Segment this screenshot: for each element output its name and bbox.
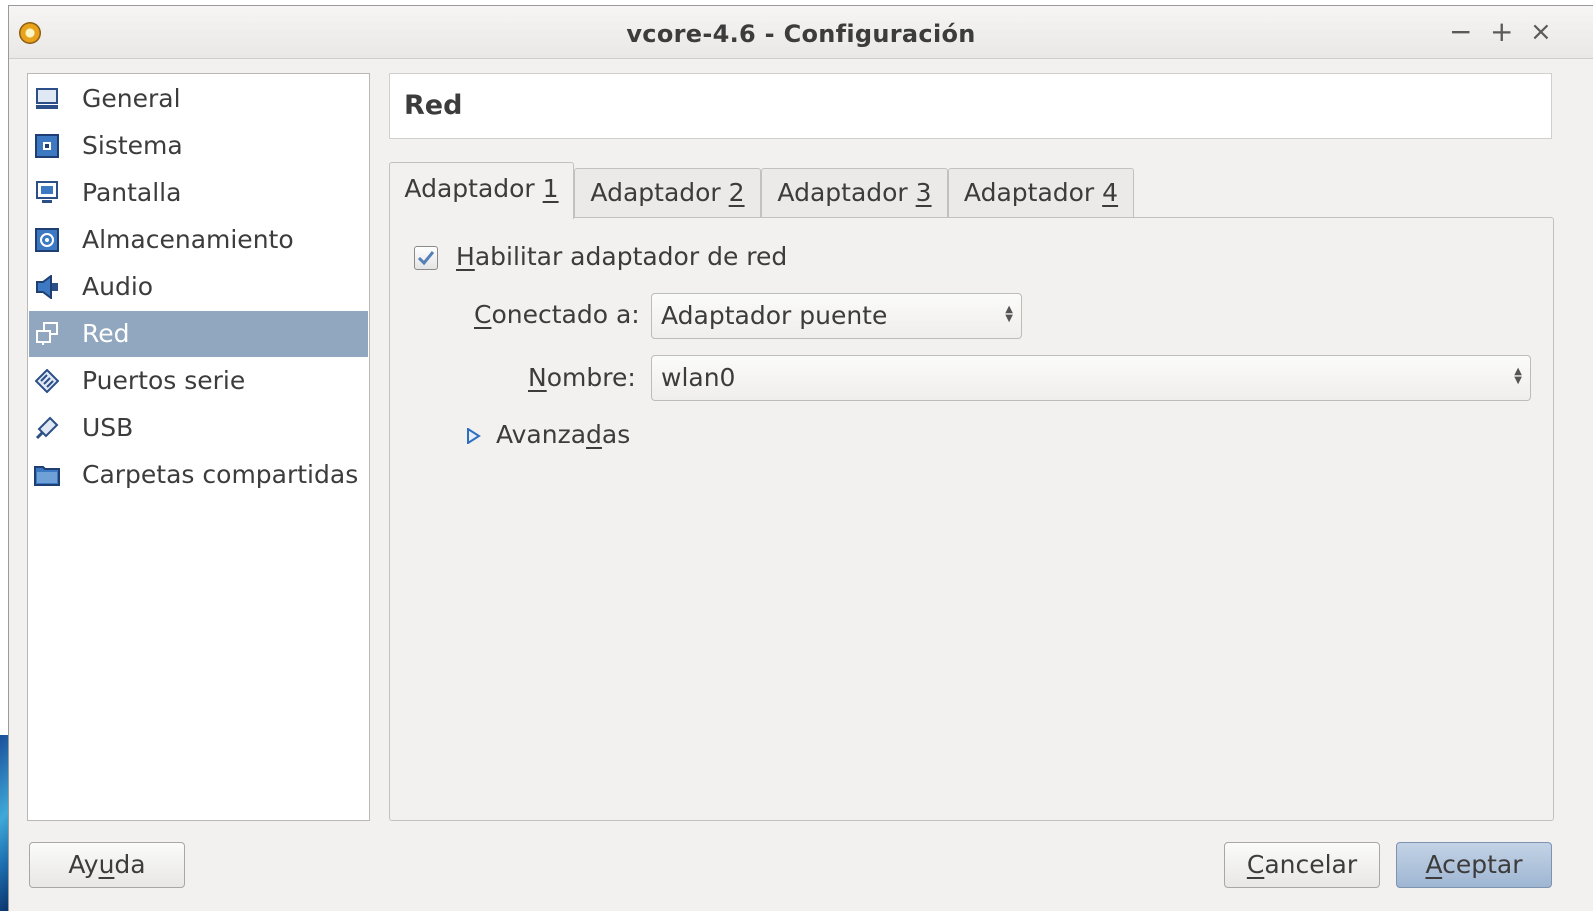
network-icon	[34, 322, 60, 346]
sidebar-item-label: Pantalla	[82, 178, 182, 207]
label-text: abilitar adaptador de red	[474, 242, 788, 271]
usb-icon	[34, 416, 60, 440]
advanced-expander[interactable]: Avanzadas	[496, 420, 630, 449]
mnemonic: C	[1246, 850, 1265, 879]
settings-sidebar: General Sistema Pantalla Almacenamiento …	[27, 73, 370, 821]
sidebar-item-carpetas-compartidas[interactable]: Carpetas compartidas	[29, 452, 368, 498]
name-select[interactable]: wlan0 ▲ ▼	[651, 355, 1531, 401]
connected-to-select[interactable]: Adaptador puente ▲ ▼	[651, 293, 1022, 339]
section-header: Red	[389, 73, 1552, 139]
tab-label-text: Adaptador	[404, 174, 543, 203]
sidebar-item-label: Almacenamiento	[82, 225, 294, 254]
connected-to-label: Conectado a:	[474, 300, 640, 329]
sidebar-item-label: Audio	[82, 272, 154, 301]
sidebar-item-general[interactable]: General	[29, 76, 368, 122]
tab-mnemonic: 4	[1102, 178, 1119, 207]
tab-adaptador-3[interactable]: Adaptador 3	[761, 168, 948, 218]
folder-icon	[34, 463, 60, 487]
maximize-button[interactable]: +	[1490, 16, 1513, 48]
expander-arrow-icon[interactable]	[465, 428, 481, 444]
sidebar-item-label: Puertos serie	[82, 366, 246, 395]
mnemonic: u	[98, 850, 115, 879]
sidebar-item-sistema[interactable]: Sistema	[29, 123, 368, 169]
cancel-button[interactable]: Cancelar	[1224, 842, 1380, 888]
tab-adaptador-1[interactable]: Adaptador 1	[389, 162, 574, 219]
help-button[interactable]: Ayuda	[29, 842, 185, 888]
enable-adapter-label[interactable]: Habilitar adaptador de red	[456, 242, 787, 271]
sidebar-item-red[interactable]: Red	[29, 311, 368, 357]
mnemonic: H	[456, 242, 475, 271]
sidebar-item-label: Carpetas compartidas	[82, 460, 359, 489]
tab-label-text: Adaptador	[590, 178, 729, 207]
tab-adaptador-4[interactable]: Adaptador 4	[948, 168, 1134, 218]
storage-icon	[34, 228, 60, 252]
sidebar-item-label: USB	[82, 413, 134, 442]
label-text: ombre:	[546, 363, 636, 392]
minimize-button[interactable]: −	[1449, 16, 1472, 48]
sidebar-item-pantalla[interactable]: Pantalla	[29, 170, 368, 216]
accept-button[interactable]: Aceptar	[1396, 842, 1552, 888]
tab-mnemonic: 3	[915, 178, 932, 207]
tab-label-text: Adaptador	[963, 178, 1103, 207]
sidebar-item-puertos-serie[interactable]: Puertos serie	[29, 358, 368, 404]
tab-adaptador-2[interactable]: Adaptador 2	[574, 168, 761, 218]
monitor-icon	[34, 87, 60, 111]
settings-dialog: vcore-4.6 - Configuración − + × General …	[8, 5, 1593, 911]
button-text: ancelar	[1264, 850, 1358, 879]
spin-arrows-icon: ▲ ▼	[1514, 366, 1522, 386]
window-title: vcore-4.6 - Configuración	[626, 20, 976, 48]
tab-mnemonic: 1	[542, 174, 559, 203]
sidebar-item-label: Sistema	[82, 131, 183, 160]
title-bar[interactable]: vcore-4.6 - Configuración − + ×	[9, 6, 1593, 59]
name-value: wlan0	[661, 363, 736, 392]
close-button[interactable]: ×	[1530, 16, 1552, 48]
button-text: da	[114, 850, 146, 879]
serial-port-icon	[34, 369, 60, 393]
speaker-icon	[34, 275, 60, 299]
name-label: Nombre:	[528, 363, 636, 392]
label-text: Avanza	[496, 420, 587, 449]
chip-icon	[34, 134, 60, 158]
page-title: Red	[404, 90, 463, 121]
sidebar-item-label: General	[82, 84, 181, 113]
mnemonic: A	[1425, 850, 1443, 879]
mnemonic: C	[474, 300, 492, 329]
button-text: ceptar	[1442, 850, 1523, 879]
sidebar-item-usb[interactable]: USB	[29, 405, 368, 451]
checkmark-icon	[417, 251, 435, 266]
sidebar-item-label: Red	[82, 319, 130, 348]
label-text: as	[601, 420, 631, 449]
button-text: Ay	[68, 850, 99, 879]
mnemonic: d	[586, 420, 602, 449]
sidebar-item-almacenamiento[interactable]: Almacenamiento	[29, 217, 368, 263]
mnemonic: N	[528, 363, 547, 392]
spin-arrows-icon: ▲ ▼	[1005, 304, 1013, 324]
tab-mnemonic: 2	[728, 178, 745, 207]
enable-adapter-checkbox[interactable]	[414, 246, 438, 270]
sidebar-item-audio[interactable]: Audio	[29, 264, 368, 310]
tab-label-text: Adaptador	[777, 178, 916, 207]
label-text: onectado a:	[491, 300, 640, 329]
display-icon	[34, 181, 60, 205]
connected-to-value: Adaptador puente	[661, 301, 888, 330]
